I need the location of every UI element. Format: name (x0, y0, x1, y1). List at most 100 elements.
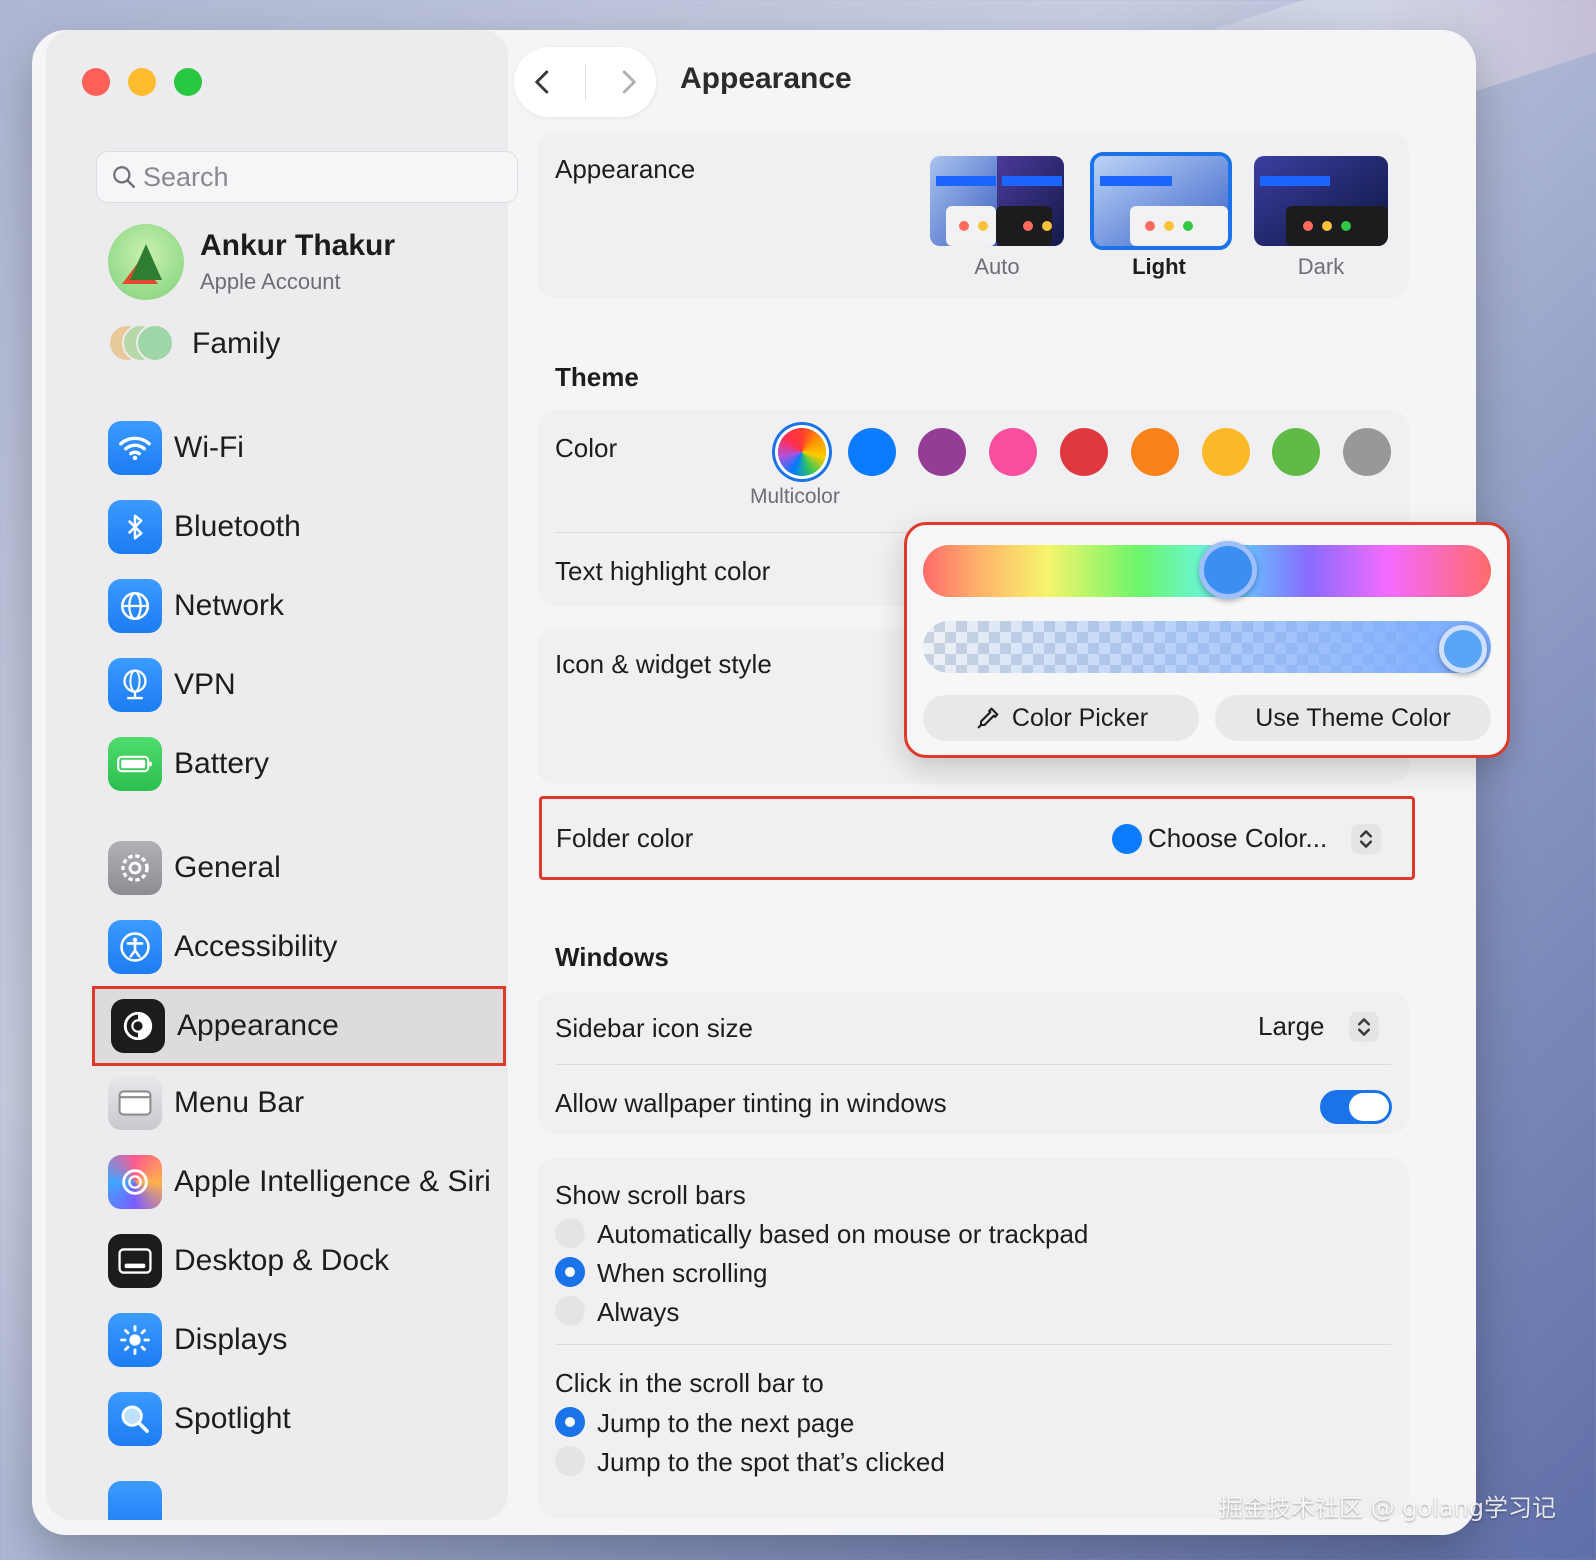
sidebar-item-label: Desktop & Dock (174, 1244, 390, 1277)
sidebar-item-apple-intelligence-siri[interactable]: Apple Intelligence & Siri (92, 1144, 506, 1220)
appearance-option-dark[interactable] (1254, 156, 1388, 246)
sidebar-item-label: Displays (174, 1323, 288, 1356)
radio-label: Always (597, 1297, 680, 1327)
use-theme-color-label: Use Theme Color (1255, 703, 1451, 732)
sidebar-icon-size-label: Sidebar icon size (555, 1013, 753, 1043)
divider (555, 1344, 1391, 1345)
color-swatch-multicolor[interactable] (778, 428, 826, 476)
color-swatch-red[interactable] (1060, 428, 1108, 476)
eyedropper-icon (977, 707, 999, 729)
sidebar-item-partial[interactable] (92, 1460, 506, 1520)
sidebar-item-wifi[interactable]: Wi-Fi (92, 410, 506, 486)
color-swatch-orange[interactable] (1131, 428, 1179, 476)
use-theme-color-button[interactable]: Use Theme Color (1215, 695, 1491, 741)
color-swatch-yellow[interactable] (1202, 428, 1250, 476)
watermark: 掘金技术社区 @ golang学习记 (1219, 1494, 1556, 1522)
family-label: Family (192, 327, 281, 360)
opacity-slider-track[interactable] (923, 621, 1491, 673)
radio-scroll-when-scrolling[interactable] (555, 1257, 585, 1287)
sidebar-item-label: VPN (174, 668, 236, 701)
highlight-color-popover: Color Picker Use Theme Color (904, 522, 1510, 758)
back-chevron-icon[interactable] (528, 67, 558, 97)
color-swatch-purple[interactable] (918, 428, 966, 476)
sidebar-item-vpn[interactable]: VPN (92, 647, 506, 723)
wallpaper-tinting-toggle[interactable] (1320, 1090, 1392, 1124)
click-scroll-label: Click in the scroll bar to (555, 1368, 824, 1398)
sidebar-item-bluetooth[interactable]: Bluetooth (92, 489, 506, 565)
icon-widget-label: Icon & widget style (555, 649, 772, 679)
siri-icon (108, 1155, 162, 1209)
sidebar-item-label: Bluetooth (174, 510, 301, 543)
appearance-option-label: Dark (1297, 254, 1345, 279)
sidebar-item-general[interactable]: General (92, 830, 506, 906)
sidebar-item-accessibility[interactable]: Accessibility (92, 909, 506, 985)
settings-window: Search Ankur Thakur Apple Account Family… (32, 30, 1476, 1535)
minimize-button[interactable] (128, 68, 156, 96)
sidebar: Search Ankur Thakur Apple Account Family… (46, 30, 518, 1520)
zoom-button[interactable] (174, 68, 202, 96)
appearance-icon (111, 999, 165, 1053)
family-avatars-icon (108, 324, 176, 364)
page-title: Appearance (680, 62, 852, 95)
radio-label: Automatically based on mouse or trackpad (597, 1219, 1089, 1249)
hue-slider-knob[interactable] (1199, 541, 1257, 599)
sidebar-item-spotlight[interactable]: Spotlight (92, 1381, 506, 1457)
radio-scroll-auto[interactable] (555, 1218, 585, 1248)
search-input[interactable]: Search (96, 151, 518, 203)
appearance-option-label: Light (1132, 254, 1186, 279)
bluetooth-icon (108, 500, 162, 554)
sidebar-item-label: Spotlight (174, 1402, 291, 1435)
sidebar-item-menu-bar[interactable]: Menu Bar (92, 1065, 506, 1141)
radio-scroll-always[interactable] (555, 1296, 585, 1326)
appearance-option-label: Auto (974, 254, 1020, 279)
search-placeholder: Search (143, 161, 229, 192)
search-icon (113, 166, 135, 188)
color-swatch-graphite[interactable] (1343, 428, 1391, 476)
theme-section-title: Theme (555, 362, 639, 392)
battery-icon (108, 737, 162, 791)
sidebar-item-appearance[interactable]: Appearance (92, 986, 506, 1066)
dock-icon (108, 1234, 162, 1288)
radio-jump-next-page[interactable] (555, 1407, 585, 1437)
globe-icon (108, 579, 162, 633)
color-swatch-pink[interactable] (989, 428, 1037, 476)
sidebar-item-label: Apple Intelligence & Siri (174, 1165, 491, 1198)
opacity-slider-knob[interactable] (1439, 625, 1487, 673)
color-swatch-blue[interactable] (848, 428, 896, 476)
folder-color-dot (1112, 823, 1142, 854)
appearance-label: Appearance (555, 154, 696, 184)
folder-color-label: Folder color (556, 823, 694, 853)
avatar (108, 224, 184, 300)
folder-color-row: Folder color Choose Color... (539, 796, 1415, 880)
appearance-option-auto[interactable] (930, 156, 1064, 246)
forward-chevron-icon[interactable] (613, 67, 643, 97)
appearance-option-light[interactable] (1090, 152, 1232, 250)
folder-color-value: Choose Color... (1148, 823, 1328, 853)
sidebar-item-displays[interactable]: Displays (92, 1302, 506, 1378)
gear-icon (108, 841, 162, 895)
sidebar-item-network[interactable]: Network (92, 568, 506, 644)
wallpaper-tinting-label: Allow wallpaper tinting in windows (555, 1088, 947, 1118)
sidebar-item-label: Accessibility (174, 930, 338, 963)
sidebar-icon-size-value: Large (1258, 1011, 1325, 1041)
sidebar-icon-size-popup[interactable]: Large (1258, 1011, 1379, 1042)
sidebar-item-desktop-dock[interactable]: Desktop & Dock (92, 1223, 506, 1299)
folder-color-popup[interactable]: Choose Color... (1112, 823, 1382, 854)
color-picker-button[interactable]: Color Picker (923, 695, 1199, 741)
apple-account-item[interactable]: Ankur Thakur Apple Account (108, 224, 395, 300)
account-name: Ankur Thakur (200, 229, 396, 262)
window-controls (82, 68, 202, 96)
menu-bar-icon (108, 1076, 162, 1130)
magnifier-icon (108, 1392, 162, 1446)
tent-icon (122, 260, 158, 284)
divider (555, 1064, 1391, 1065)
radio-jump-to-spot[interactable] (555, 1446, 585, 1476)
sidebar-item-battery[interactable]: Battery (92, 726, 506, 802)
family-item[interactable]: Family (108, 324, 280, 364)
sidebar-item-label: Network (174, 589, 285, 622)
chevron-up-down-icon (1351, 823, 1382, 854)
color-swatch-green[interactable] (1272, 428, 1320, 476)
history-nav (514, 47, 656, 117)
accessibility-icon (108, 920, 162, 974)
close-button[interactable] (82, 68, 110, 96)
